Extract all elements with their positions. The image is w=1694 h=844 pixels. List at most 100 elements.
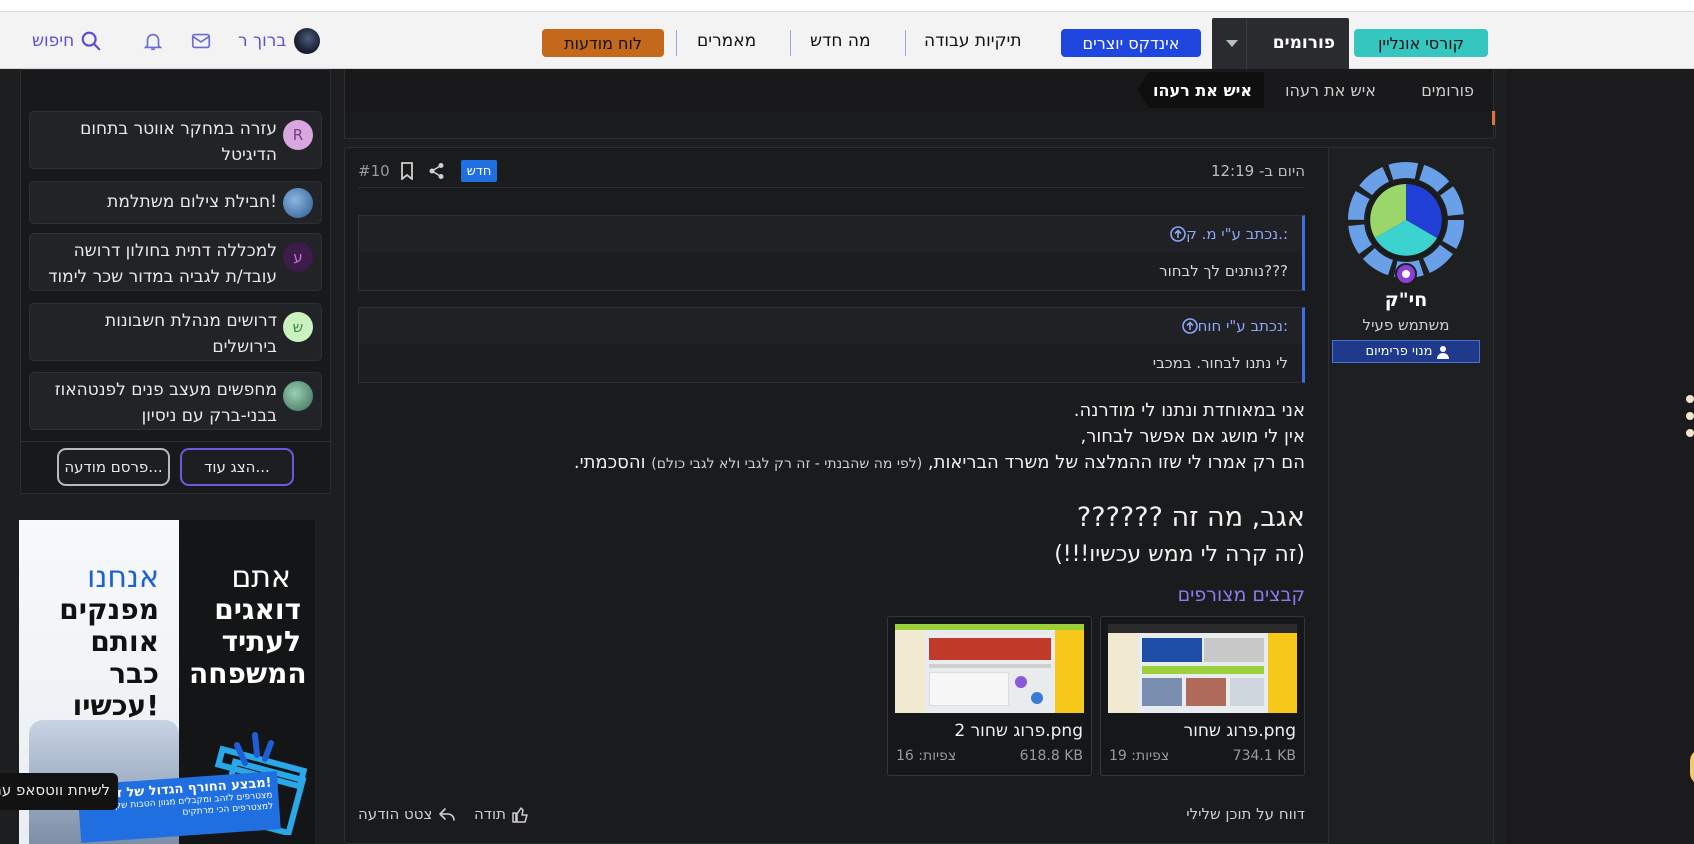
search-icon — [81, 31, 101, 51]
previous-post-edge — [344, 111, 1496, 139]
post-number[interactable]: #10 — [358, 162, 390, 180]
report-link[interactable]: דווח על תוכן שלילי — [1130, 805, 1305, 823]
author-role: משתמש פעיל — [1362, 316, 1450, 334]
sidebar-ad-item[interactable]: דרושים מנהלת חשבונות בירושלים ש — [29, 303, 322, 361]
post-body-line: אני במאוחדת ונתנו לי מודרנה. — [1073, 400, 1305, 421]
sidebar-ad-title: דרושים מנהלת חשבונות בירושלים — [105, 311, 277, 357]
attachment-size: 734.1 KB — [1232, 748, 1296, 764]
nav-portfolios[interactable]: תיקיות עבודה — [924, 12, 1022, 70]
attachment-card[interactable]: פרוג שחור 2.png 618.8 KB צפיות: 16 — [887, 616, 1092, 776]
post-body-segment: הם רק אמרו לי שזו ההמלצה של משרד הבריאות… — [927, 452, 1305, 473]
premium-badge: מנוי פרימיום — [1332, 340, 1480, 363]
whatsapp-chat-button[interactable]: לשיחת ווטסאפ עם — [0, 773, 118, 810]
forums-label: פורומים — [1272, 33, 1335, 53]
nav-divider — [905, 30, 906, 56]
reply-icon — [439, 807, 456, 821]
premium-badge-label: מנוי פרימיום — [1365, 344, 1433, 359]
ad-right-small: אתם — [231, 560, 291, 595]
creators-index-button[interactable]: אינדקס יוצרים — [1061, 29, 1201, 57]
whatsapp-label: לשיחת ווטסאפ עם — [0, 781, 110, 799]
quote-header[interactable]: נכתב ע"י חוח: — [359, 308, 1302, 344]
post-body-medium: (זה קרה לי ממש עכשיו!!!) — [1054, 542, 1305, 567]
attachment-name: פרוג שחור 2.png — [954, 721, 1083, 741]
post-body-line: אין לי מושג אם אפשר לבחור, — [1080, 426, 1305, 447]
user-name: ברוך ר — [238, 31, 287, 51]
avatar: ע — [283, 242, 313, 272]
color-wheel-avatar — [1348, 162, 1464, 278]
arrow-up-circle-icon — [1181, 318, 1198, 334]
user-avatar — [294, 28, 321, 54]
ad-left-big: מפנקים אותם כבר עכשיו! — [59, 593, 159, 722]
envelope-icon — [191, 33, 211, 49]
post-header-divider — [358, 187, 1305, 188]
post-body-line: הם רק אמרו לי שזו ההמלצה של משרד הבריאות… — [574, 452, 1305, 473]
author-name[interactable]: חי"ק — [1346, 289, 1466, 311]
top-strip — [0, 0, 1694, 11]
sidebar-ad-title: עזרה במחקר אווטר בתחום הדיגיטל — [80, 119, 277, 165]
notifications-button[interactable] — [142, 12, 164, 70]
sidebar-ads-widget: עזרה במחקר אווטר בתחום הדיגיטל R חבילת צ… — [20, 69, 332, 494]
quote-block: נכתב ע"י חוח: לי נתנו לבחור. במכבי — [358, 307, 1305, 383]
nav-articles[interactable]: מאמרים — [697, 12, 756, 70]
messages-button[interactable] — [190, 12, 212, 70]
sidebar-ad-title: חבילת צילום משתלמת! — [107, 192, 277, 212]
ads-board-button[interactable]: לוח מודעות — [542, 29, 664, 57]
post-body-small: (לפי מה שהבנתי - זה רק לגבי ולא לגבי כול… — [651, 456, 923, 472]
online-courses-button[interactable]: קורסי אונליין — [1354, 29, 1488, 57]
attachment-thumbnail[interactable] — [1108, 624, 1297, 713]
breadcrumb-current-label: איש את רעהו — [1153, 80, 1252, 100]
quote-author: נכתב ע"י מ. ק.: — [1186, 225, 1288, 243]
bookmark-icon[interactable] — [399, 162, 415, 180]
top-navigation-bar: חיפוש ברוך ר לוח מודעות מאמרים מה חדש תי… — [0, 11, 1694, 70]
attachments-title: קבצים מצורפים — [1177, 584, 1305, 606]
avatar — [283, 381, 313, 411]
sidebar-ad-title: למכללה דתית בחולון דרושה עובד/ת לגביה במ… — [48, 241, 277, 287]
sidebar-ad-item[interactable]: מחפשים מעצב פנים לפנטהאוז בבני-ברק עם ני… — [29, 372, 322, 430]
ad-right-big: דואגים לעתיד המשפחה — [189, 593, 307, 690]
ad-left-small: אנחנו — [87, 560, 159, 595]
quote-text: נותנים לך לבחור??? — [359, 252, 1302, 290]
nav-divider — [676, 30, 677, 56]
breadcrumb-current: איש את רעהו — [1137, 72, 1264, 108]
share-icon[interactable] — [428, 162, 446, 180]
sidebar-ad-title: מחפשים מעצב פנים לפנטהאוז בבני-ברק עם ני… — [54, 380, 277, 426]
user-badge-icon — [1395, 263, 1417, 285]
quote-block: נכתב ע"י מ. ק.: נותנים לך לבחור??? — [358, 215, 1305, 291]
post-ad-button[interactable]: פרסם מודעה... — [57, 448, 170, 486]
breadcrumb: פורומים איש את רעהו איש את רעהו — [344, 69, 1494, 111]
attachment-card[interactable]: פרוג שחור.png 734.1 KB צפיות: 19 — [1100, 616, 1305, 776]
search-label: חיפוש — [32, 31, 75, 51]
arrow-up-circle-icon — [1170, 226, 1186, 242]
nav-forums-tab[interactable]: פורומים — [1212, 18, 1349, 70]
sidebar-ad-item[interactable]: חבילת צילום משתלמת! — [29, 181, 322, 224]
quote-author: נכתב ע"י חוח: — [1197, 317, 1288, 335]
new-badge: חדש — [461, 160, 497, 182]
show-more-button[interactable]: הצג עוד... — [180, 448, 294, 486]
user-icon — [1437, 345, 1450, 359]
attachment-name: פרוג שחור.png — [1183, 721, 1296, 741]
avatar: R — [283, 120, 313, 150]
nav-divider — [790, 30, 791, 56]
quote-reply-button[interactable]: צטט הודעה — [358, 805, 456, 823]
nav-whats-new[interactable]: מה חדש — [810, 12, 871, 70]
quote-header[interactable]: נכתב ע"י מ. ק.: — [359, 216, 1302, 252]
author-avatar[interactable] — [1346, 160, 1466, 285]
post-body-segment: והסכמתי. — [573, 452, 646, 473]
breadcrumb-item[interactable]: איש את רעהו — [1285, 81, 1376, 100]
bell-icon — [143, 33, 163, 51]
post-time[interactable]: היום ב- 12:19 — [1180, 162, 1305, 180]
sidebar-ad-item[interactable]: למכללה דתית בחולון דרושה עובד/ת לגביה במ… — [29, 233, 322, 291]
like-label: תודה — [474, 805, 506, 823]
page-right-gutter — [1507, 69, 1694, 844]
quote-reply-label: צטט הודעה — [358, 805, 433, 823]
sidebar-ad-item[interactable]: עזרה במחקר אווטר בתחום הדיגיטל R — [29, 111, 322, 169]
attachment-thumbnail[interactable] — [895, 624, 1084, 713]
thumbs-up-icon — [512, 806, 528, 823]
user-menu[interactable]: ברוך ר — [238, 12, 321, 70]
search-link[interactable]: חיפוש — [32, 12, 102, 70]
avatar: ש — [283, 312, 313, 342]
breadcrumb-item[interactable]: פורומים — [1421, 81, 1474, 100]
like-button[interactable]: תודה — [474, 805, 529, 823]
avatar — [283, 188, 313, 218]
post-body-large: אגב, מה זה ?????? — [1076, 502, 1305, 533]
